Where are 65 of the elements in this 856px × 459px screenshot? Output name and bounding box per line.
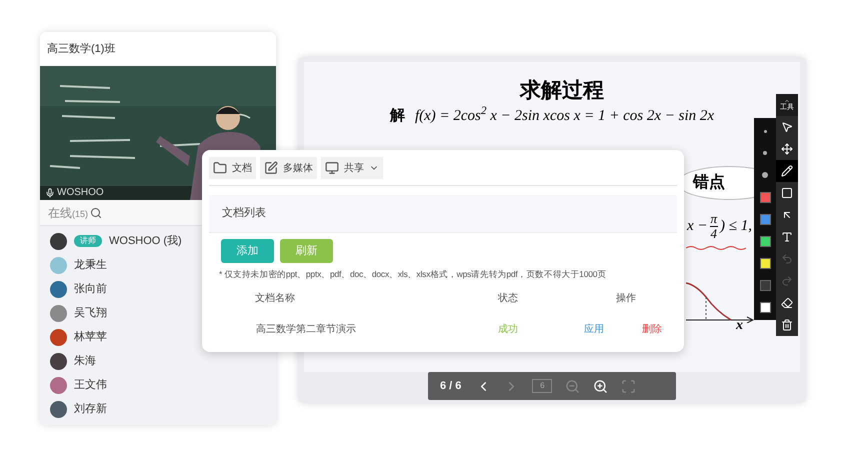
member-name: WOSHOO (我) xyxy=(109,234,182,249)
search-icon[interactable] xyxy=(90,206,102,218)
square-icon xyxy=(781,187,793,199)
member-name: 林苹苹 xyxy=(74,330,107,345)
slide-title: 求解过程 xyxy=(520,77,604,103)
delete-link[interactable]: 删除 xyxy=(642,322,662,337)
speaker-name: WOSHOO xyxy=(57,187,104,199)
document-name: 高三数学第二章节演示 xyxy=(255,322,357,337)
color-swatch[interactable] xyxy=(760,236,770,246)
folder-icon xyxy=(213,161,227,175)
formula-line: f(x) = 2cos$^{2}$ x − 2sin xcos x = 1 + cos 2x − sin 2x xyxy=(414,105,714,126)
eraser-icon xyxy=(781,297,793,309)
member-name: 龙秉生 xyxy=(74,258,107,273)
tool-button[interactable] xyxy=(776,116,798,138)
member-row[interactable]: 刘存新 xyxy=(40,397,276,421)
redo-icon xyxy=(781,275,793,287)
member-row[interactable]: 朱海 xyxy=(40,349,276,373)
monitor-icon xyxy=(325,161,339,175)
microphone-icon xyxy=(45,188,55,198)
member-name: 刘存新 xyxy=(74,402,107,417)
solution-label: 解 xyxy=(390,106,405,126)
teacher-badge: 讲师 xyxy=(74,235,102,247)
class-title: 高三数学(1)班 xyxy=(47,42,116,57)
color-swatch[interactable] xyxy=(760,280,770,290)
column-header: 文档名称 xyxy=(254,292,296,306)
tool-button[interactable] xyxy=(776,138,798,160)
member-name: 朱海 xyxy=(74,354,96,369)
fraction-numerator: π xyxy=(710,212,718,227)
color-swatch[interactable] xyxy=(760,258,770,268)
formula-fragment: x − xyxy=(687,217,708,236)
tab[interactable]: 文档 xyxy=(209,157,256,179)
member-name: 王文伟 xyxy=(74,378,107,393)
section-title: 文档列表 xyxy=(222,206,266,222)
trash-icon xyxy=(781,319,793,331)
member-name: 张向前 xyxy=(74,282,107,297)
caret-icon xyxy=(783,98,791,104)
formula-fragment: ) ≤ 1, xyxy=(720,217,752,236)
status-text: 成功 xyxy=(497,322,519,337)
undo-icon xyxy=(781,253,793,265)
callout-text: 错点 xyxy=(693,172,725,193)
wavy-underline xyxy=(686,245,746,251)
text-icon xyxy=(781,231,793,243)
graph-drawing xyxy=(686,281,754,323)
axis-label: x xyxy=(736,317,743,335)
member-row[interactable]: 王文伟 xyxy=(40,373,276,397)
color-swatch[interactable] xyxy=(760,214,770,224)
move-icon xyxy=(781,143,793,155)
pencil-icon xyxy=(781,165,793,177)
fraction-denominator: 4 xyxy=(710,227,718,241)
arrow-icon xyxy=(781,209,793,221)
pointer-icon xyxy=(781,121,793,133)
color-swatch[interactable] xyxy=(760,192,770,202)
zoom-in-icon[interactable] xyxy=(593,378,608,394)
tool-button[interactable] xyxy=(776,314,798,336)
member-name: 吴飞翔 xyxy=(74,306,107,321)
tool-button[interactable] xyxy=(776,182,798,204)
tab[interactable]: 共享 xyxy=(321,157,383,179)
format-note: * 仅支持未加密的ppt、pptx、pdf、doc、docx、xls、xlsx格式，wps请先转为pdf，页数不得大于1000页 xyxy=(218,268,608,281)
page-counter: 6 / 6 xyxy=(440,378,462,394)
color-swatch[interactable] xyxy=(760,302,770,312)
column-header: 状态 xyxy=(497,292,519,306)
tool-button[interactable] xyxy=(776,160,798,182)
column-header: 操作 xyxy=(615,292,637,306)
tab[interactable]: 多媒体 xyxy=(260,157,317,179)
online-label: 在线(15) xyxy=(48,204,88,222)
